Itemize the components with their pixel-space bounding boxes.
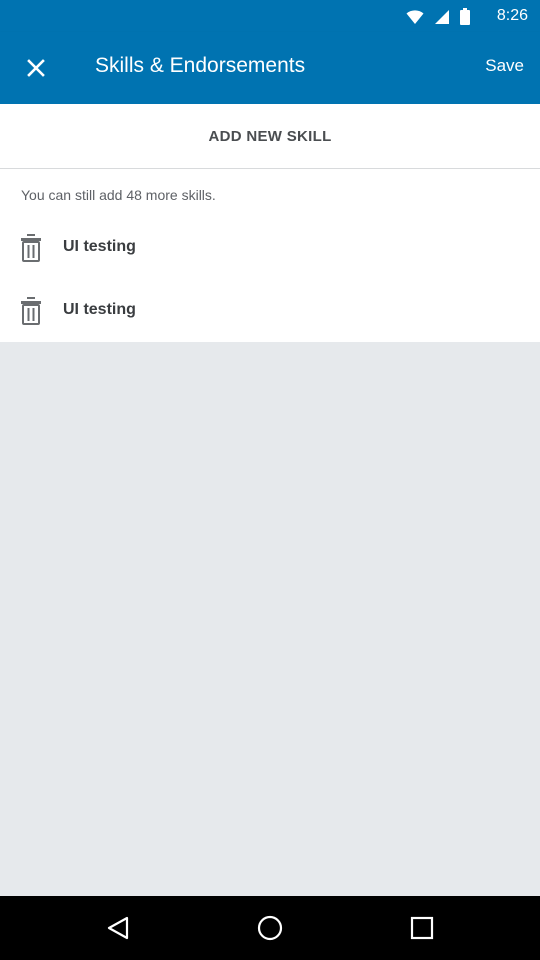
delete-skill-button[interactable]: [14, 294, 48, 328]
page-title: Skills & Endorsements: [95, 54, 306, 77]
skill-label: UI testing: [63, 301, 136, 318]
save-button[interactable]: Save: [485, 56, 524, 76]
battery-icon: [460, 8, 470, 30]
status-bar: 8:26: [0, 0, 540, 32]
skills-panel: You can still add 48 more skills. UI tes…: [0, 169, 540, 342]
wifi-icon: [406, 9, 424, 30]
skill-row: UI testing: [0, 282, 540, 338]
home-icon: [257, 915, 283, 941]
signal-icon: [434, 9, 450, 30]
close-button[interactable]: [12, 44, 60, 92]
trash-icon: [21, 234, 41, 262]
skill-row: UI testing: [0, 219, 540, 275]
back-icon: [107, 916, 129, 940]
recents-button[interactable]: [406, 912, 438, 944]
app-bar: Skills & Endorsements Save: [0, 32, 540, 104]
system-nav-bar: [0, 896, 540, 960]
trash-icon: [21, 297, 41, 325]
skill-label: UI testing: [63, 238, 136, 255]
back-button[interactable]: [102, 912, 134, 944]
add-new-skill-button[interactable]: ADD NEW SKILL: [0, 104, 540, 169]
recents-icon: [410, 916, 434, 940]
delete-skill-button[interactable]: [14, 231, 48, 265]
close-icon: [27, 59, 45, 77]
status-time: 8:26: [496, 7, 528, 24]
home-button[interactable]: [254, 912, 286, 944]
status-icons: [406, 8, 470, 30]
skills-remaining-hint: You can still add 48 more skills.: [21, 187, 216, 203]
